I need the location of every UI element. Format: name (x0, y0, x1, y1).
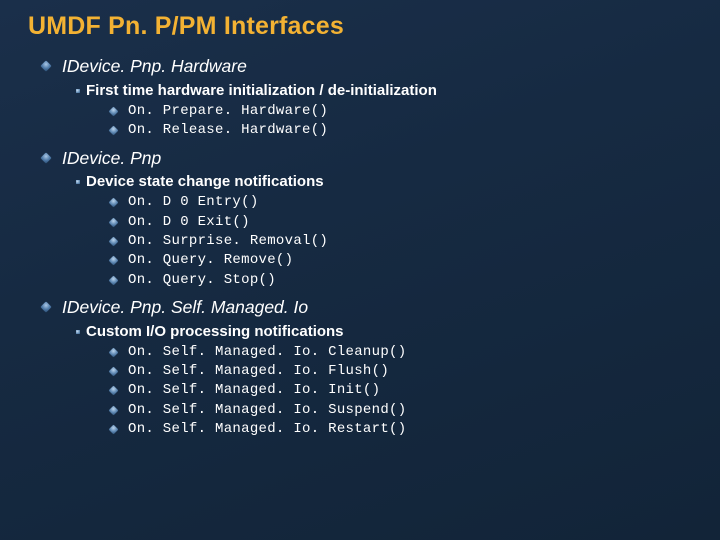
list-item: On. Self. Managed. Io. Flush() (28, 362, 692, 381)
section-subheading: Device state change notifications (28, 172, 692, 192)
list-item: On. Self. Managed. Io. Init() (28, 381, 692, 400)
section-heading: IDevice. Pnp. Hardware (28, 55, 692, 79)
list-item: On. Prepare. Hardware() (28, 102, 692, 121)
section-1: IDevice. Pnp. Hardware First time hardwa… (28, 55, 692, 141)
section-subheading: First time hardware initialization / de-… (28, 81, 692, 101)
section-3: IDevice. Pnp. Self. Managed. Io Custom I… (28, 296, 692, 439)
slide-title: UMDF Pn. P/PM Interfaces (28, 12, 692, 41)
list-item: On. Query. Remove() (28, 251, 692, 270)
list-item: On. Surprise. Removal() (28, 232, 692, 251)
list-item: On. Self. Managed. Io. Suspend() (28, 401, 692, 420)
content-list: IDevice. Pnp. Hardware First time hardwa… (28, 55, 692, 439)
list-item: On. Query. Stop() (28, 271, 692, 290)
list-item: On. D 0 Entry() (28, 193, 692, 212)
list-item: On. Self. Managed. Io. Cleanup() (28, 343, 692, 362)
section-subheading: Custom I/O processing notifications (28, 322, 692, 342)
list-item: On. Self. Managed. Io. Restart() (28, 420, 692, 439)
section-2: IDevice. Pnp Device state change notific… (28, 147, 692, 290)
list-item: On. D 0 Exit() (28, 213, 692, 232)
section-heading: IDevice. Pnp. Self. Managed. Io (28, 296, 692, 320)
list-item: On. Release. Hardware() (28, 121, 692, 140)
slide-container: UMDF Pn. P/PM Interfaces IDevice. Pnp. H… (0, 0, 720, 540)
section-heading: IDevice. Pnp (28, 147, 692, 171)
